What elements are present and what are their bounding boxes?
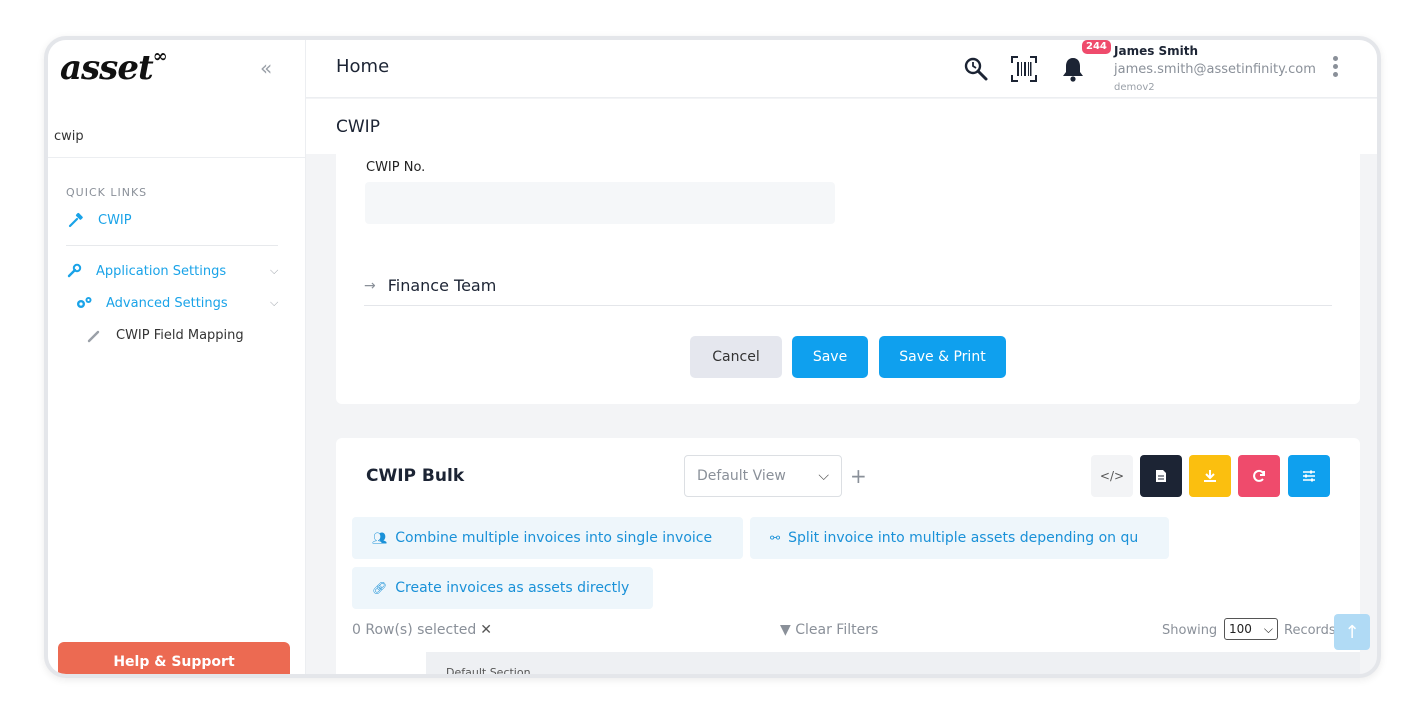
chip-label: Create invoices as assets directly [395,580,630,596]
sidebar: asset∞ « cwip QUICK LINKS CWIP Applicati… [48,40,306,674]
barcode-scan-icon[interactable] [1009,54,1039,84]
user-org: demov2 [1114,82,1155,93]
scroll-to-top-button[interactable]: ↑ [1334,614,1370,650]
default-section-label: Default Section [446,666,531,678]
arrow-right-icon: → [364,277,376,294]
sidebar-item-label: CWIP [98,212,132,228]
chip-label: Split invoice into multiple assets depen… [788,530,1139,546]
sidebar-item-cwip[interactable]: CWIP [66,212,132,228]
sidebar-item-application-settings[interactable]: Application Settings ⌵ [64,263,278,279]
save-button[interactable]: Save [792,336,868,378]
wrench-icon [64,263,84,279]
view-select[interactable]: Default View ⌵ [684,455,842,497]
document-icon[interactable] [1140,455,1182,497]
clear-filters-button[interactable]: ▼ Clear Filters [780,622,878,638]
download-icon[interactable] [1189,455,1231,497]
rows-selected: 0 Row(s) selected ✕ [352,622,492,638]
users-icon: 👥︎ [372,531,388,545]
brush-icon [84,329,104,343]
add-view-button[interactable]: + [850,464,867,488]
cwip-form-card: CWIP No. → Finance Team Cancel Save Save… [336,154,1360,404]
section-title: CWIP [336,117,380,137]
showing-label: Showing [1162,623,1218,638]
split-invoice-chip[interactable]: ⚯ Split invoice into multiple assets dep… [750,517,1169,559]
code-view-icon[interactable]: </> [1091,455,1133,497]
finance-team-label: Finance Team [387,276,497,295]
cwip-no-input[interactable] [365,182,835,224]
quick-links-title: QUICK LINKS [66,186,148,199]
unlink-icon: ⚯ [770,531,781,545]
hammer-icon [66,212,86,228]
chip-label: Combine multiple invoices into single in… [395,530,713,546]
table-header: Default Section [426,652,1360,678]
create-invoices-chip[interactable]: 🔗︎ Create invoices as assets directly [352,567,653,609]
app-window: asset∞ « cwip QUICK LINKS CWIP Applicati… [44,36,1381,678]
sidebar-item-label: Application Settings [96,263,227,279]
sidebar-divider [66,245,278,246]
chevron-down-icon: ⌵ [270,264,279,277]
filter-icon: ▼ [780,622,791,638]
chevron-down-icon: ⌵ [818,468,829,484]
bulk-title: CWIP Bulk [366,466,465,486]
cwip-bulk-card: CWIP Bulk Default View ⌵ + </> 👥︎ Combin… [336,438,1360,678]
notification-badge: 244 [1082,40,1111,54]
cancel-button[interactable]: Cancel [690,336,782,378]
app-logo[interactable]: asset∞ [60,46,168,88]
sidebar-item-advanced-settings[interactable]: Advanced Settings ⌵ [74,295,278,311]
sidebar-item-cwip-field-mapping[interactable]: CWIP Field Mapping [84,328,244,343]
user-email: james.smith@assetinfinity.com [1114,62,1316,77]
finance-team-section[interactable]: → Finance Team [364,266,1332,306]
column-settings-icon[interactable] [1288,455,1330,497]
sidebar-search-input[interactable]: cwip [48,124,306,158]
sidebar-item-label: Advanced Settings [106,295,228,311]
save-print-button[interactable]: Save & Print [879,336,1006,378]
topbar: Home 244 James Smith james.smith@assetin… [306,40,1377,98]
collapse-sidebar-icon[interactable]: « [260,56,272,80]
refresh-icon[interactable] [1238,455,1280,497]
notification-bell-icon[interactable] [1058,54,1088,84]
help-support-button[interactable]: Help & Support [58,642,290,674]
more-options-icon[interactable] [1330,56,1340,80]
view-select-value: Default View [697,468,786,484]
chevron-down-icon: ⌵ [1263,621,1273,636]
cwip-no-label: CWIP No. [366,160,426,175]
page-title: Home [336,56,390,77]
records-value: 100 [1229,622,1252,636]
search-history-icon[interactable] [961,54,991,84]
clear-filters-label: Clear Filters [795,622,879,638]
records-label: Records [1284,623,1336,638]
clear-selection-icon[interactable]: ✕ [480,622,492,638]
sidebar-item-label: CWIP Field Mapping [116,328,244,343]
records-per-page-select[interactable]: 100 ⌵ [1224,618,1278,640]
gears-icon [74,295,94,311]
chevron-down-icon: ⌵ [270,296,279,309]
breadcrumb-bar: CWIP [306,99,1377,154]
user-name[interactable]: James Smith [1114,44,1198,58]
combine-invoices-chip[interactable]: 👥︎ Combine multiple invoices into single… [352,517,743,559]
link-icon: 🔗︎ [372,581,388,595]
